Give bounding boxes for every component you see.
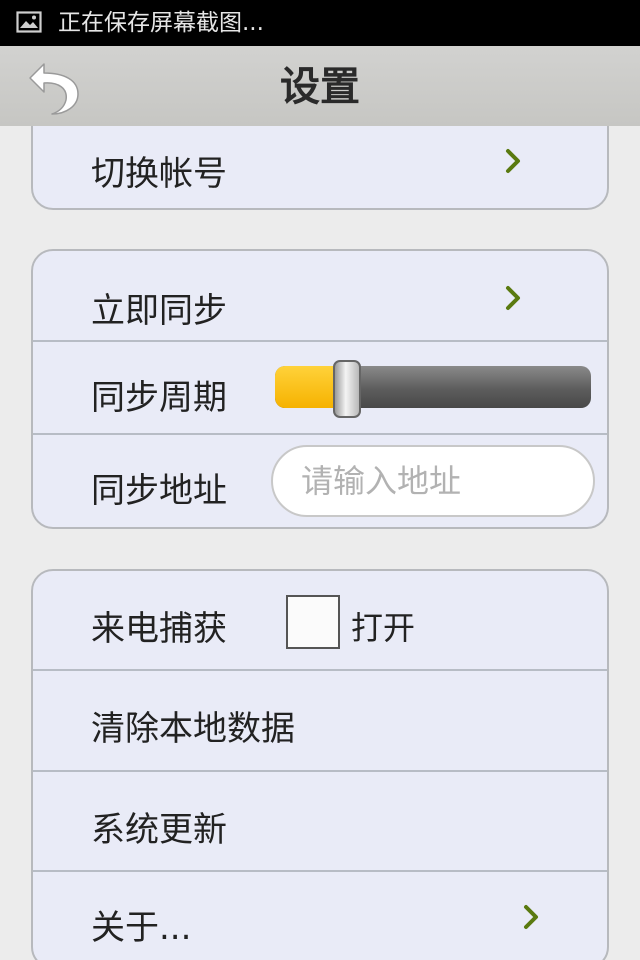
status-bar-text: 正在保存屏幕截图... — [58, 10, 264, 36]
system-update-row[interactable]: 系统更新 — [33, 772, 607, 872]
call-capture-checkbox-label: 打开 — [351, 609, 416, 647]
switch-account-row[interactable]: 切换帐号 — [33, 126, 607, 208]
call-capture-checkbox[interactable] — [286, 595, 340, 649]
sync-now-label: 立即同步 — [91, 291, 227, 331]
misc-group: 来电捕获 打开 清除本地数据 系统更新 关于... — [31, 569, 609, 960]
chevron-right-icon — [506, 149, 520, 173]
page-title: 设置 — [280, 64, 360, 110]
account-group: 切换帐号 — [31, 126, 609, 210]
slider-knob[interactable] — [333, 360, 361, 418]
settings-content: 切换帐号 立即同步 同步周期 同步地址 来电捕获 — [0, 126, 640, 960]
sync-address-row: 同步地址 — [33, 435, 607, 527]
chevron-right-icon — [524, 905, 538, 929]
sync-period-label: 同步周期 — [91, 378, 227, 418]
sync-address-label: 同步地址 — [91, 471, 227, 511]
about-row[interactable]: 关于... — [33, 872, 607, 960]
call-capture-row: 来电捕获 打开 — [33, 571, 607, 671]
call-capture-label: 来电捕获 — [91, 609, 227, 649]
switch-account-label: 切换帐号 — [91, 154, 227, 194]
sync-now-row[interactable]: 立即同步 — [33, 251, 607, 342]
sync-address-input[interactable] — [271, 445, 595, 517]
chevron-right-icon — [506, 286, 520, 310]
image-icon — [16, 11, 42, 33]
clear-local-data-row[interactable]: 清除本地数据 — [33, 671, 607, 772]
system-update-label: 系统更新 — [91, 810, 227, 850]
sync-period-slider[interactable] — [275, 366, 591, 408]
status-bar: 正在保存屏幕截图... — [0, 0, 640, 46]
clear-local-data-label: 清除本地数据 — [91, 709, 295, 749]
title-bar: 设置 — [0, 46, 640, 126]
sync-group: 立即同步 同步周期 同步地址 — [31, 249, 609, 529]
about-label: 关于... — [91, 908, 192, 948]
sync-period-row: 同步周期 — [33, 342, 607, 435]
